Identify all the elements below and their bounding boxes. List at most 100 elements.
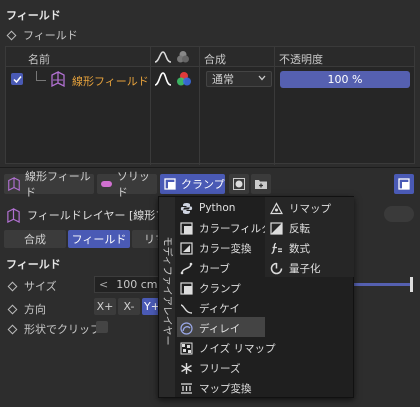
direction-x-plus[interactable]: X+ bbox=[94, 298, 116, 315]
diamond-icon bbox=[6, 30, 17, 40]
menu-item-label: クランプ bbox=[199, 282, 241, 295]
menu-item-map-convert[interactable]: マップ変換 bbox=[179, 378, 252, 398]
curve-icon bbox=[179, 261, 193, 275]
clamp-icon bbox=[179, 281, 193, 295]
clamp-icon bbox=[398, 178, 410, 190]
menu-item-python[interactable]: Python bbox=[179, 198, 235, 218]
menu-item-label: カラーフィルタ bbox=[199, 222, 272, 235]
menu-item-label: マップ変換 bbox=[199, 382, 252, 395]
modifier-layer-menu: モディファイアレイヤー Python カラーフィルタ カラー変換 カーブ クラン… bbox=[158, 196, 354, 398]
diamond-icon[interactable] bbox=[7, 281, 18, 291]
column-divider bbox=[150, 47, 151, 165]
menu-item-label: カラー変換 bbox=[199, 242, 252, 255]
size-slider-handle[interactable] bbox=[410, 277, 413, 292]
menu-item-decay[interactable]: ディケイ bbox=[179, 298, 240, 318]
menu-item-delay[interactable]: ディレイ bbox=[179, 318, 240, 338]
menu-item-noise-remap[interactable]: ノイズ リマップ bbox=[179, 338, 276, 358]
direction-label: 方向 bbox=[24, 303, 46, 316]
menu-item-label: 量子化 bbox=[289, 262, 321, 275]
menu-item-label: カーブ bbox=[199, 262, 230, 275]
size-value: 100 cm bbox=[116, 278, 158, 291]
direction-row: 方向 bbox=[7, 301, 46, 317]
menu-item-color-filter[interactable]: カラーフィルタ bbox=[179, 218, 272, 238]
linear-field-icon bbox=[50, 70, 66, 90]
diamond-icon[interactable] bbox=[7, 304, 18, 314]
menu-item-label: ディレイ bbox=[199, 322, 241, 335]
props-title: フィールド bbox=[6, 258, 61, 271]
color-convert-icon bbox=[179, 241, 193, 255]
column-blend[interactable]: 合成 bbox=[204, 51, 226, 67]
snowflake-icon bbox=[179, 361, 193, 375]
section-title: フィールド bbox=[6, 9, 61, 22]
direction-x-minus[interactable]: X- bbox=[118, 298, 140, 315]
color-filter-icon bbox=[179, 221, 193, 235]
clip-label: 形状でクリップ bbox=[24, 323, 101, 336]
modifier-button[interactable] bbox=[394, 174, 414, 194]
python-icon bbox=[179, 201, 193, 215]
tab-clamp-label: クランプ bbox=[181, 178, 225, 191]
tab-blend-label: 合成 bbox=[24, 233, 46, 246]
clip-checkbox[interactable] bbox=[96, 321, 108, 333]
decay-icon bbox=[179, 301, 193, 315]
dir-xm-label: X- bbox=[123, 300, 135, 313]
menu-item-curve[interactable]: カーブ bbox=[179, 258, 230, 278]
row-checkbox[interactable] bbox=[11, 73, 23, 85]
menu-item-formula[interactable]: 数式 bbox=[269, 238, 310, 258]
toggle-switch[interactable] bbox=[384, 206, 414, 222]
menu-item-remap[interactable]: リマップ bbox=[269, 198, 331, 218]
field-subheader[interactable]: フィールド bbox=[6, 27, 78, 43]
opacity-value: 100 % bbox=[327, 73, 363, 86]
menu-item-invert[interactable]: 反転 bbox=[269, 218, 310, 238]
size-row: サイズ bbox=[7, 278, 57, 294]
solid-icon bbox=[101, 181, 112, 187]
size-slider-track[interactable] bbox=[354, 283, 410, 286]
diamond-icon[interactable] bbox=[7, 324, 18, 334]
circle-square-icon bbox=[233, 178, 245, 190]
remap-icon bbox=[269, 201, 283, 215]
menu-item-label: リマップ bbox=[289, 202, 331, 215]
menu-item-freeze[interactable]: フリーズ bbox=[179, 358, 240, 378]
column-divider bbox=[199, 47, 200, 165]
menu-vertical-label: モディファイアレイヤー bbox=[161, 236, 172, 346]
map-convert-icon bbox=[179, 381, 193, 395]
blend-mode-select[interactable]: 通常 bbox=[206, 71, 272, 87]
size-label: サイズ bbox=[24, 280, 57, 293]
column-name[interactable]: 名前 bbox=[28, 51, 50, 67]
linear-field-icon bbox=[6, 207, 21, 223]
folder-plus-icon bbox=[254, 178, 268, 190]
menu-item-label: Python bbox=[199, 202, 236, 214]
add-folder-button[interactable] bbox=[251, 174, 271, 194]
row-name[interactable]: 線形フィールド bbox=[72, 73, 149, 89]
clip-row: 形状でクリップ bbox=[7, 321, 101, 337]
menu-item-clamp[interactable]: クランプ bbox=[179, 278, 241, 298]
invert-icon bbox=[269, 221, 283, 235]
tab-linear-field[interactable]: 線形フィールド bbox=[4, 170, 94, 199]
tab-solid-label: ソリッド bbox=[116, 170, 150, 199]
field-list-panel: 名前 合成 不透明度 線形フィールド 通常 100 % bbox=[5, 46, 415, 165]
column-opacity[interactable]: 不透明度 bbox=[279, 51, 323, 67]
menu-item-label: フリーズ bbox=[199, 362, 241, 375]
opacity-slider[interactable]: 100 % bbox=[280, 71, 410, 88]
linear-field-icon bbox=[7, 177, 21, 191]
menu-item-color-convert[interactable]: カラー変換 bbox=[179, 238, 252, 258]
row-color-icon[interactable] bbox=[176, 71, 192, 90]
tab-field[interactable]: フィールド bbox=[68, 230, 130, 248]
menu-item-label: 反転 bbox=[289, 222, 310, 235]
tab-blend[interactable]: 合成 bbox=[4, 230, 66, 248]
color-column-icon bbox=[176, 50, 190, 67]
tab-solid[interactable]: ソリッド bbox=[97, 170, 157, 199]
noise-icon bbox=[179, 341, 193, 355]
menu-item-label: 数式 bbox=[289, 242, 310, 255]
dir-xp-label: X+ bbox=[96, 300, 114, 313]
chevron-down-icon bbox=[258, 73, 266, 86]
decrement-arrow-icon[interactable]: < bbox=[99, 278, 108, 291]
menu-item-quantize[interactable]: 量子化 bbox=[269, 258, 321, 278]
curve-column-icon bbox=[154, 50, 172, 67]
add-layer-button[interactable] bbox=[229, 174, 249, 194]
blend-mode-value: 通常 bbox=[212, 73, 234, 86]
menu-item-label: ノイズ リマップ bbox=[199, 342, 276, 355]
row-curve-icon[interactable] bbox=[154, 71, 172, 90]
column-divider bbox=[274, 47, 275, 165]
tab-clamp[interactable]: クランプ bbox=[160, 174, 225, 194]
tab-field-label: フィールド bbox=[71, 233, 127, 246]
